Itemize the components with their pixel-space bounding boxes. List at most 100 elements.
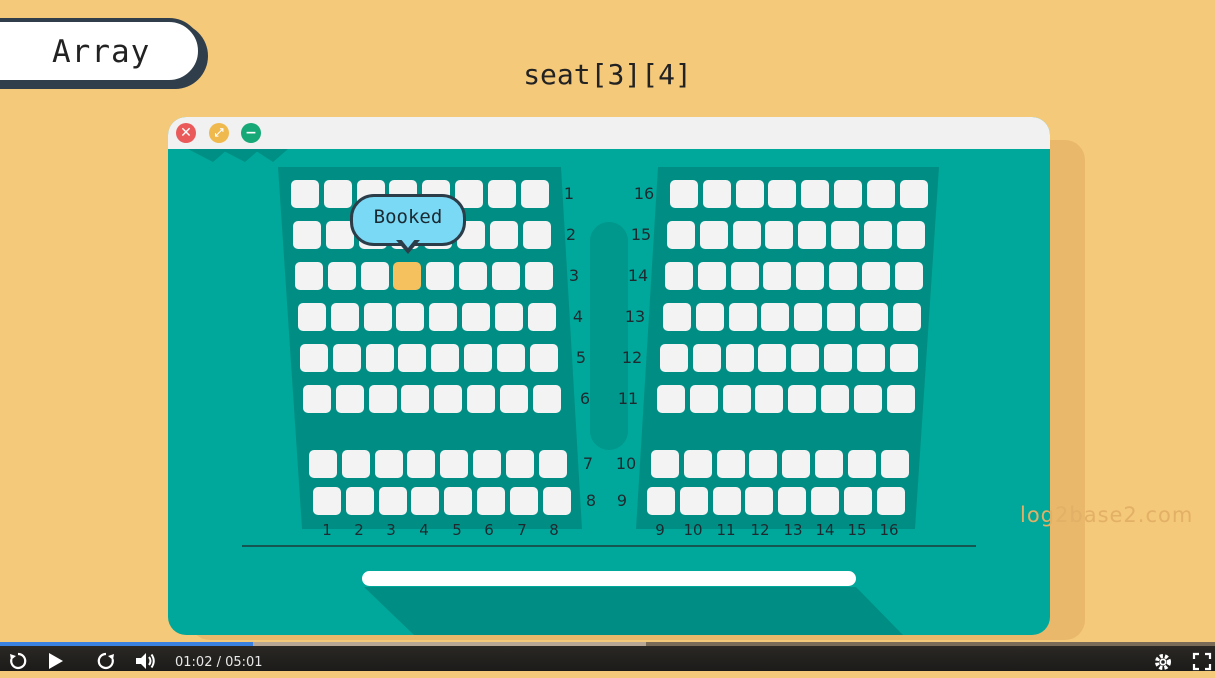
seat[interactable] xyxy=(374,450,403,478)
seat[interactable] xyxy=(863,221,892,249)
seat[interactable] xyxy=(692,344,721,372)
seat[interactable] xyxy=(464,344,492,372)
seat[interactable] xyxy=(796,262,825,290)
seat[interactable] xyxy=(788,385,817,413)
seat[interactable] xyxy=(298,303,326,331)
seat[interactable] xyxy=(722,385,751,413)
seat[interactable] xyxy=(683,450,712,478)
seat[interactable] xyxy=(532,385,561,413)
seat[interactable] xyxy=(749,450,778,478)
seat[interactable] xyxy=(426,262,455,290)
seat[interactable] xyxy=(853,385,882,413)
seat[interactable] xyxy=(745,487,774,515)
seat[interactable] xyxy=(670,180,698,208)
seat[interactable] xyxy=(896,221,925,249)
seat[interactable] xyxy=(660,344,688,372)
seat[interactable] xyxy=(496,344,525,372)
seat[interactable] xyxy=(695,303,724,331)
seat[interactable] xyxy=(459,262,487,290)
seat[interactable] xyxy=(782,450,811,478)
seat[interactable] xyxy=(467,385,495,413)
seat[interactable] xyxy=(303,385,331,413)
seat[interactable] xyxy=(440,450,469,478)
seat[interactable] xyxy=(657,385,685,413)
seat[interactable] xyxy=(712,487,741,515)
seat[interactable] xyxy=(499,385,528,413)
seat[interactable] xyxy=(859,303,888,331)
seat[interactable] xyxy=(843,487,872,515)
seat[interactable] xyxy=(861,262,890,290)
seat[interactable] xyxy=(730,262,759,290)
seat[interactable] xyxy=(524,262,553,290)
booked-seat[interactable] xyxy=(393,262,422,290)
seat[interactable] xyxy=(886,385,915,413)
seat[interactable] xyxy=(527,303,556,331)
seat[interactable] xyxy=(761,303,790,331)
seat[interactable] xyxy=(491,262,520,290)
seat[interactable] xyxy=(735,180,764,208)
seat[interactable] xyxy=(473,450,501,478)
seat[interactable] xyxy=(892,303,921,331)
seat[interactable] xyxy=(332,344,361,372)
seat[interactable] xyxy=(345,487,374,515)
seat[interactable] xyxy=(665,262,693,290)
forward-icon[interactable] xyxy=(95,650,117,678)
seat[interactable] xyxy=(309,450,337,478)
seat[interactable] xyxy=(755,385,784,413)
seat[interactable] xyxy=(880,450,909,478)
seat[interactable] xyxy=(368,385,397,413)
seat[interactable] xyxy=(398,344,427,372)
seat[interactable] xyxy=(856,344,885,372)
seat[interactable] xyxy=(542,487,571,515)
seat[interactable] xyxy=(529,344,558,372)
seat[interactable] xyxy=(363,303,392,331)
seat[interactable] xyxy=(487,180,516,208)
seat[interactable] xyxy=(791,344,820,372)
seat[interactable] xyxy=(651,450,679,478)
seat[interactable] xyxy=(407,450,436,478)
seat[interactable] xyxy=(811,487,839,515)
seat[interactable] xyxy=(834,180,862,208)
seat[interactable] xyxy=(429,303,458,331)
seat[interactable] xyxy=(716,450,745,478)
seat[interactable] xyxy=(520,180,549,208)
seat[interactable] xyxy=(778,487,807,515)
seat[interactable] xyxy=(847,450,876,478)
seat[interactable] xyxy=(758,344,787,372)
seat[interactable] xyxy=(768,180,797,208)
seat[interactable] xyxy=(431,344,460,372)
seat[interactable] xyxy=(300,344,328,372)
seat[interactable] xyxy=(763,262,792,290)
seat[interactable] xyxy=(494,303,523,331)
seat[interactable] xyxy=(341,450,370,478)
seat[interactable] xyxy=(647,487,675,515)
seat[interactable] xyxy=(801,180,830,208)
seat[interactable] xyxy=(538,450,567,478)
seat[interactable] xyxy=(477,487,505,515)
seat[interactable] xyxy=(689,385,718,413)
seat[interactable] xyxy=(291,180,319,208)
seat[interactable] xyxy=(505,450,534,478)
seat[interactable] xyxy=(378,487,407,515)
fullscreen-icon[interactable] xyxy=(1191,650,1213,678)
seat[interactable] xyxy=(699,221,728,249)
seat[interactable] xyxy=(725,344,754,372)
seat[interactable] xyxy=(295,262,323,290)
seat[interactable] xyxy=(866,180,895,208)
seat[interactable] xyxy=(396,303,425,331)
seat[interactable] xyxy=(824,344,852,372)
seat[interactable] xyxy=(889,344,918,372)
seat[interactable] xyxy=(798,221,827,249)
seat[interactable] xyxy=(313,487,341,515)
seat[interactable] xyxy=(360,262,389,290)
seat[interactable] xyxy=(330,303,359,331)
seat[interactable] xyxy=(831,221,859,249)
seat[interactable] xyxy=(732,221,761,249)
seat[interactable] xyxy=(365,344,394,372)
seat[interactable] xyxy=(663,303,691,331)
gear-icon[interactable] xyxy=(1152,650,1174,678)
seat[interactable] xyxy=(411,487,440,515)
seat[interactable] xyxy=(401,385,430,413)
seat[interactable] xyxy=(462,303,490,331)
seat[interactable] xyxy=(894,262,923,290)
